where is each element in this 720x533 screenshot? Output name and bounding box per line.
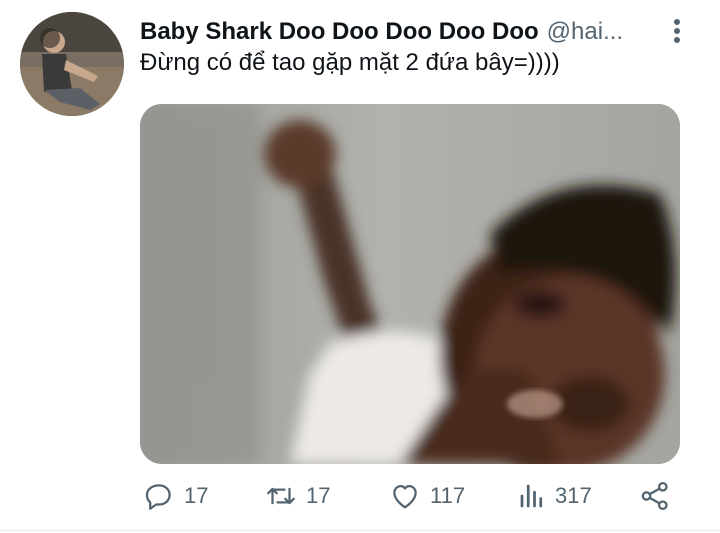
- retweet-count: 17: [306, 483, 331, 508]
- tweet-media[interactable]: [140, 104, 680, 464]
- reply-count: 17: [184, 483, 209, 508]
- tweet-divider: [0, 530, 720, 531]
- share-icon: [641, 481, 668, 511]
- share-button[interactable]: [638, 478, 672, 514]
- media-photo: [140, 104, 680, 464]
- more-vertical-icon[interactable]: [666, 17, 688, 45]
- tweet-header: Baby Shark Doo Doo Doo Doo Doo @hai...: [140, 16, 700, 48]
- reply-icon: [145, 484, 171, 510]
- view-count: 317: [555, 483, 592, 508]
- heart-icon: [393, 484, 417, 509]
- like-button[interactable]: 117: [388, 478, 465, 514]
- like-count: 117: [430, 483, 466, 508]
- reply-button[interactable]: 17: [142, 478, 208, 514]
- views-chart-icon: [520, 484, 543, 508]
- views-button[interactable]: 317: [517, 478, 592, 514]
- user-handle[interactable]: @hai...: [547, 18, 623, 46]
- retweet-icon: [267, 487, 295, 505]
- avatar[interactable]: [20, 12, 124, 116]
- display-name[interactable]: Baby Shark Doo Doo Doo Doo Doo: [140, 18, 539, 46]
- avatar-image: [20, 12, 124, 116]
- tweet-actions: 17 17 117 317: [140, 478, 680, 514]
- retweet-button[interactable]: 17: [264, 478, 330, 514]
- tweet-text: Đừng có để tao gặp mặt 2 đứa bây=)))): [140, 49, 560, 76]
